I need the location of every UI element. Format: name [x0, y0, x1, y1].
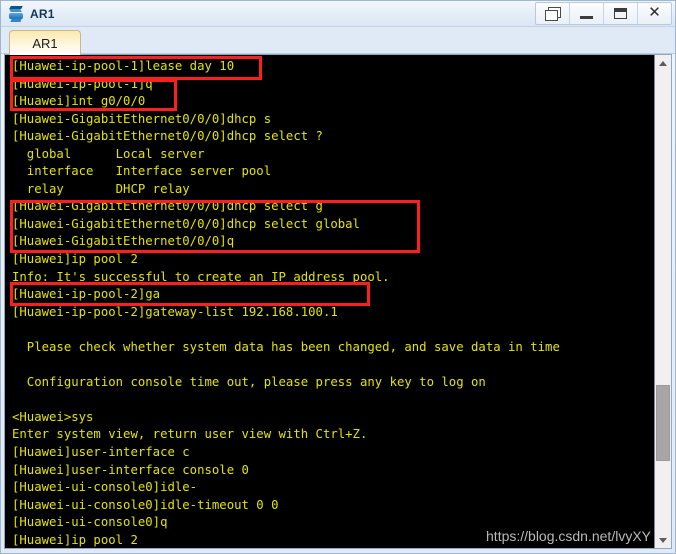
close-button[interactable]: ✕: [638, 3, 671, 24]
terminal-line: [Huawei]int g0/0/0: [12, 94, 146, 109]
terminal-text: [Huawei-ip-pool-1]lease day 10 [Huawei-ip…: [5, 58, 654, 548]
tab-label: AR1: [32, 35, 58, 51]
console-window: AR1 ✕ AR1 [Huawei-ip-pool-1]lease day 10…: [0, 0, 676, 554]
terminal-line: global Local server: [12, 146, 205, 161]
terminal-line: [Huawei]user-interface console 0: [12, 462, 249, 477]
terminal-line: [Huawei-GigabitEthernet0/0/0]dhcp select…: [12, 216, 360, 231]
terminal-line: [Huawei-ui-console0]idle-timeout 0 0: [12, 497, 279, 512]
window-controls: ✕: [535, 2, 672, 25]
minimize-icon: [580, 16, 593, 19]
restore-button[interactable]: [536, 3, 570, 24]
terminal-line: [Huawei-ip-pool-2]ga: [12, 287, 161, 302]
tab-ar1[interactable]: AR1: [9, 30, 81, 55]
scroll-down-button[interactable]: [655, 532, 671, 548]
vertical-scrollbar[interactable]: [654, 55, 671, 548]
terminal-line: [Huawei-GigabitEthernet0/0/0]dhcp select…: [12, 129, 323, 144]
terminal-line: [Huawei]user-interface c: [12, 445, 190, 460]
terminal-line: [Huawei-GigabitEthernet0/0/0]dhcp s: [12, 111, 272, 126]
maximize-button[interactable]: [604, 3, 638, 24]
terminal-line: [Huawei-ip-pool-2]gateway-list 192.168.1…: [12, 304, 338, 319]
terminal-line: [Huawei-ip-pool-1]q: [12, 76, 153, 91]
terminal-line: Enter system view, return user view with…: [12, 427, 368, 442]
minimize-button[interactable]: [570, 3, 604, 24]
close-icon: ✕: [648, 5, 661, 21]
router-icon: [6, 4, 28, 24]
console-area: [Huawei-ip-pool-1]lease day 10 [Huawei-ip…: [4, 54, 672, 549]
watermark-text: https://blog.csdn.net/lvyXY: [486, 528, 651, 544]
terminal-line: <Huawei>sys: [12, 409, 94, 424]
scroll-up-button[interactable]: [655, 55, 671, 71]
terminal-line: interface Interface server pool: [12, 164, 272, 179]
terminal-line: [Huawei-GigabitEthernet0/0/0]dhcp select…: [12, 199, 323, 214]
terminal-line: [Huawei-ui-console0]idle-: [12, 480, 198, 495]
tab-strip: AR1: [1, 27, 675, 55]
title-bar: AR1 ✕: [1, 1, 675, 27]
restore-window-icon: [545, 7, 561, 21]
terminal-line: [Huawei]ip pool 2: [12, 252, 138, 267]
terminal-line: Please check whether system data has bee…: [12, 339, 560, 354]
maximize-icon: [614, 8, 627, 19]
terminal-line: [Huawei-GigabitEthernet0/0/0]q: [12, 234, 235, 249]
chevron-down-icon: [659, 537, 667, 543]
scrollbar-thumb[interactable]: [656, 385, 670, 461]
terminal-line: relay DHCP relay: [12, 181, 190, 196]
terminal-output[interactable]: [Huawei-ip-pool-1]lease day 10 [Huawei-ip…: [5, 55, 654, 548]
terminal-line: Info: It's successful to create an IP ad…: [12, 269, 390, 284]
window-title: AR1: [30, 6, 55, 21]
terminal-line: [Huawei-ip-pool-1]lease day 10: [12, 59, 235, 73]
terminal-line: Configuration console time out, please p…: [12, 374, 486, 389]
chevron-up-icon: [659, 60, 667, 66]
